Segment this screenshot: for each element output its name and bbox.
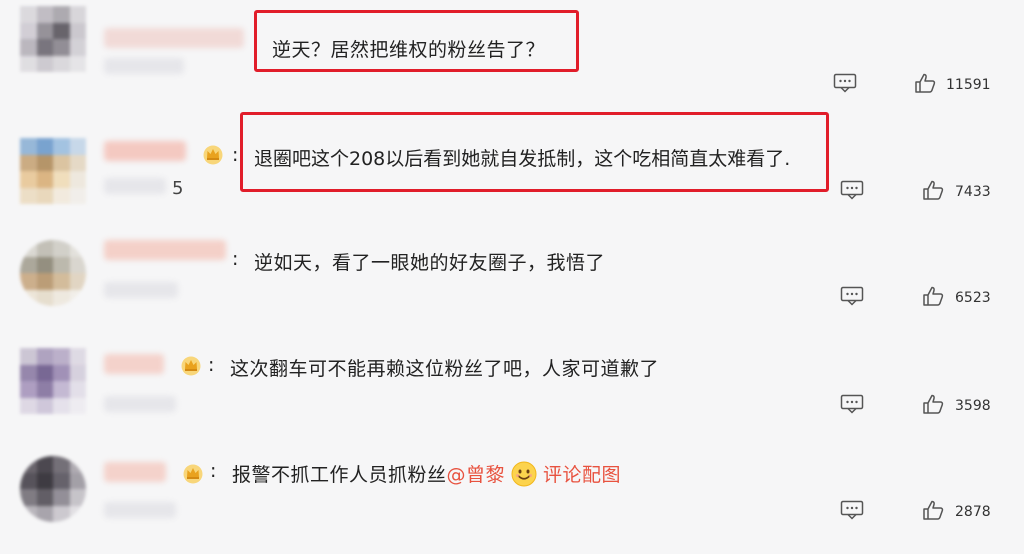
reply-comment-icon xyxy=(840,180,864,200)
like-button[interactable] xyxy=(922,499,944,525)
comment-item: 逆天？居然把维权的粉丝告了？ 11591 xyxy=(0,0,1024,104)
like-button[interactable] xyxy=(914,72,936,98)
username-suffix: 5 xyxy=(172,178,184,199)
reply-comment-icon xyxy=(840,286,864,306)
username-blurred[interactable] xyxy=(104,28,244,48)
reply-button[interactable] xyxy=(840,286,864,310)
comment-item: 5 : 退圈吧这个208以后看到她就自发抵制，这个吃相简直太难看了. 7433 xyxy=(0,108,1024,212)
reply-button[interactable] xyxy=(840,500,864,524)
avatar[interactable] xyxy=(20,240,86,306)
smile-emoji-icon xyxy=(511,461,537,487)
comment-text: 这次翻车可不能再赖这位粉丝了吧，人家可道歉了 xyxy=(230,358,660,380)
thumbs-up-icon xyxy=(915,73,936,93)
username-blurred[interactable] xyxy=(104,240,226,260)
like-count: 6523 xyxy=(955,290,991,306)
avatar[interactable] xyxy=(20,6,86,72)
username-blurred[interactable] xyxy=(104,141,186,161)
crown-badge-icon xyxy=(181,356,201,376)
like-button[interactable] xyxy=(922,393,944,419)
comment-item: : 逆如天，看了一眼她的好友圈子，我悟了 6523 xyxy=(0,228,1024,332)
like-count: 3598 xyxy=(955,398,991,414)
comment-feed: 逆天？居然把维权的粉丝告了？ 11591 5: 退圈吧这个208以后看到她就自… xyxy=(0,0,1024,554)
thumbs-up-icon xyxy=(923,394,944,414)
like-count: 11591 xyxy=(946,77,991,93)
avatar[interactable] xyxy=(20,456,86,522)
user-meta-blurred xyxy=(104,178,166,194)
like-button[interactable] xyxy=(922,285,944,311)
like-button[interactable] xyxy=(922,179,944,205)
comment-item: : 报警不抓工作人员抓粉丝@曾黎 评论配图 2878 xyxy=(0,444,1024,548)
like-count: 2878 xyxy=(955,504,991,520)
highlight-box xyxy=(240,112,829,192)
avatar[interactable] xyxy=(20,348,86,414)
crown-badge-icon xyxy=(203,145,223,165)
like-count: 7433 xyxy=(955,184,991,200)
colon: : xyxy=(232,144,239,166)
comment-text-main: 报警不抓工作人员抓粉丝 xyxy=(232,464,447,486)
username-blurred[interactable] xyxy=(104,354,164,374)
reply-button[interactable] xyxy=(840,394,864,418)
colon: : xyxy=(232,248,239,270)
colon: : xyxy=(208,354,215,376)
comment-text: 报警不抓工作人员抓粉丝@曾黎 评论配图 xyxy=(232,460,621,487)
comment-image-link[interactable]: 评论配图 xyxy=(543,464,621,486)
username-blurred[interactable] xyxy=(104,462,166,482)
reply-comment-icon xyxy=(840,500,864,520)
comment-text: 逆如天，看了一眼她的好友圈子，我悟了 xyxy=(254,252,606,274)
reply-button[interactable] xyxy=(833,73,857,97)
thumbs-up-icon xyxy=(923,286,944,306)
avatar[interactable] xyxy=(20,138,86,204)
user-meta-blurred xyxy=(104,58,184,74)
user-meta-blurred xyxy=(104,502,176,518)
reply-comment-icon xyxy=(833,73,857,93)
reply-button[interactable] xyxy=(840,180,864,204)
comment-item: : 这次翻车可不能再赖这位粉丝了吧，人家可道歉了 3598 xyxy=(0,336,1024,440)
mention-link[interactable]: @曾黎 xyxy=(447,464,506,486)
highlight-box xyxy=(254,10,579,72)
colon: : xyxy=(210,460,217,482)
reply-comment-icon xyxy=(840,394,864,414)
thumbs-up-icon xyxy=(923,180,944,200)
thumbs-up-icon xyxy=(923,500,944,520)
crown-badge-icon xyxy=(183,464,203,484)
user-meta-blurred xyxy=(104,396,176,412)
user-meta-blurred xyxy=(104,282,178,298)
